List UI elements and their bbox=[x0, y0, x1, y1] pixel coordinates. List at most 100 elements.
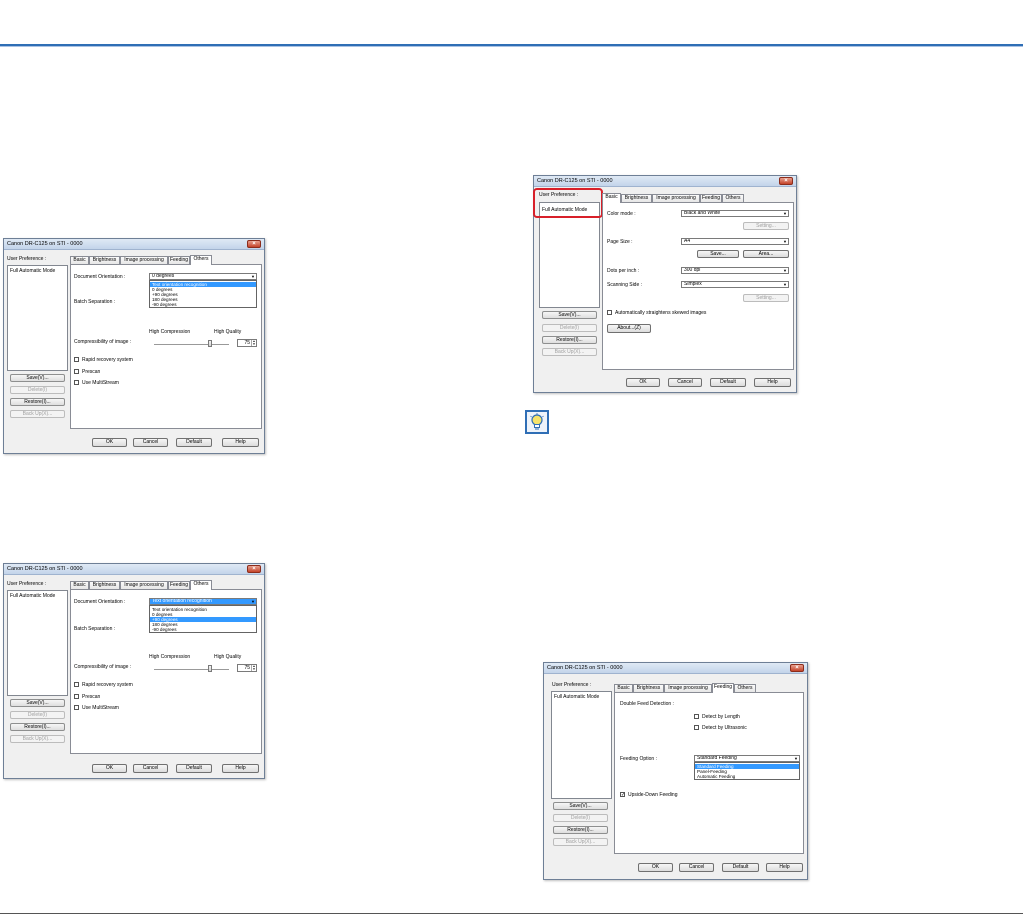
help-button[interactable]: Help bbox=[766, 863, 803, 872]
user-preference-list[interactable]: Full Automatic Mode bbox=[7, 590, 68, 696]
backup-preference-button[interactable]: Back Up(X)... bbox=[553, 838, 608, 846]
orientation-option[interactable]: -90 degrees bbox=[150, 627, 256, 632]
feeding-option[interactable]: Automatic Feeding bbox=[695, 774, 799, 779]
tab-image-processing[interactable]: Image processing bbox=[120, 256, 168, 264]
document-orientation-combo[interactable]: 0 degrees ▼ bbox=[149, 273, 257, 280]
orientation-dropdown-list[interactable]: Text orientation recognition 0 degrees +… bbox=[149, 605, 257, 633]
ok-button[interactable]: OK bbox=[626, 378, 660, 387]
spin-down-icon[interactable]: ▼ bbox=[251, 668, 256, 671]
compressibility-spinner[interactable]: 75 ▲ ▼ bbox=[237, 664, 257, 672]
tab-feeding[interactable]: Feeding bbox=[712, 683, 734, 693]
delete-preference-button[interactable]: Delete(I) bbox=[553, 814, 608, 822]
tab-basic[interactable]: Basic bbox=[70, 581, 89, 589]
ok-button[interactable]: OK bbox=[92, 764, 127, 773]
feeding-option-combo[interactable]: Standard Feeding ▼ bbox=[694, 755, 800, 762]
compressibility-spinner[interactable]: 75 ▲ ▼ bbox=[237, 339, 257, 347]
tab-image-processing[interactable]: Image processing bbox=[120, 581, 168, 589]
cancel-button[interactable]: Cancel bbox=[133, 764, 168, 773]
close-icon[interactable]: × bbox=[247, 240, 261, 248]
tab-brightness[interactable]: Brightness bbox=[89, 581, 120, 589]
orientation-option[interactable]: -90 degrees bbox=[150, 302, 256, 307]
compressibility-slider-track[interactable] bbox=[154, 669, 229, 670]
rapid-recovery-checkbox[interactable] bbox=[74, 682, 79, 687]
tab-others[interactable]: Others bbox=[190, 580, 212, 590]
ok-button[interactable]: OK bbox=[92, 438, 127, 447]
save-preference-button[interactable]: Save(V)... bbox=[10, 699, 65, 707]
multistream-checkbox[interactable] bbox=[74, 380, 79, 385]
save-preference-button[interactable]: Save(V)... bbox=[553, 802, 608, 810]
restore-preference-button[interactable]: Restore(I)... bbox=[553, 826, 608, 834]
tab-brightness[interactable]: Brightness bbox=[89, 256, 120, 264]
detect-length-checkbox[interactable] bbox=[694, 714, 699, 719]
upside-down-checkbox[interactable]: ✓ bbox=[620, 792, 625, 798]
backup-preference-button[interactable]: Back Up(X)... bbox=[542, 348, 597, 356]
close-icon[interactable]: × bbox=[247, 565, 261, 573]
spin-down-icon[interactable]: ▼ bbox=[251, 343, 256, 346]
default-button[interactable]: Default bbox=[176, 764, 212, 773]
user-preference-list[interactable]: Full Automatic Mode bbox=[551, 691, 612, 799]
tab-feeding[interactable]: Feeding bbox=[168, 256, 190, 264]
feeding-dropdown-list[interactable]: Standard Feeding Panel-Feeding Automatic… bbox=[694, 762, 800, 780]
delete-preference-button[interactable]: Delete(I) bbox=[542, 324, 597, 332]
compressibility-slider-thumb[interactable] bbox=[208, 665, 213, 672]
area-button[interactable]: Area... bbox=[743, 250, 789, 258]
backup-preference-button[interactable]: Back Up(X)... bbox=[10, 735, 65, 743]
orientation-dropdown-list[interactable]: Text orientation recognition 0 degrees +… bbox=[149, 280, 257, 308]
tab-others[interactable]: Others bbox=[722, 194, 744, 202]
restore-preference-button[interactable]: Restore(I)... bbox=[542, 336, 597, 344]
help-button[interactable]: Help bbox=[222, 438, 259, 447]
prescan-checkbox[interactable] bbox=[74, 369, 79, 374]
tab-others[interactable]: Others bbox=[734, 684, 756, 692]
tab-image-processing[interactable]: Image processing bbox=[664, 684, 712, 692]
compressibility-slider-track[interactable] bbox=[154, 344, 229, 345]
scanning-setting-button[interactable]: Setting... bbox=[743, 294, 789, 302]
default-button[interactable]: Default bbox=[722, 863, 759, 872]
compressibility-slider-thumb[interactable] bbox=[208, 340, 213, 347]
preference-item-full-auto[interactable]: Full Automatic Mode bbox=[10, 268, 55, 274]
save-preference-button[interactable]: Save(V)... bbox=[10, 374, 65, 382]
color-mode-combo[interactable]: Black and White ▼ bbox=[681, 210, 789, 217]
backup-preference-button[interactable]: Back Up(X)... bbox=[10, 410, 65, 418]
ok-button[interactable]: OK bbox=[638, 863, 673, 872]
restore-preference-button[interactable]: Restore(I)... bbox=[10, 723, 65, 731]
tab-others[interactable]: Others bbox=[190, 255, 212, 265]
scanning-side-combo[interactable]: Simplex ▼ bbox=[681, 281, 789, 288]
page-size-combo[interactable]: A4 ▼ bbox=[681, 238, 789, 245]
document-orientation-combo[interactable]: Text orientation recognition ▼ bbox=[149, 598, 257, 605]
prescan-checkbox[interactable] bbox=[74, 694, 79, 699]
dialog-titlebar: Canon DR-C125 on STI - 0000 × bbox=[4, 239, 264, 250]
preference-item-full-auto[interactable]: Full Automatic Mode bbox=[554, 694, 599, 700]
page-size-save-button[interactable]: Save... bbox=[697, 250, 739, 258]
rapid-recovery-checkbox[interactable] bbox=[74, 357, 79, 362]
help-button[interactable]: Help bbox=[222, 764, 259, 773]
detect-ultrasonic-checkbox[interactable] bbox=[694, 725, 699, 730]
multistream-checkbox[interactable] bbox=[74, 705, 79, 710]
help-button[interactable]: Help bbox=[754, 378, 791, 387]
tab-image-processing[interactable]: Image processing bbox=[652, 194, 700, 202]
cancel-button[interactable]: Cancel bbox=[679, 863, 714, 872]
default-button[interactable]: Default bbox=[710, 378, 746, 387]
restore-preference-button[interactable]: Restore(I)... bbox=[10, 398, 65, 406]
about-button[interactable]: About...(Z) bbox=[607, 324, 651, 333]
dpi-combo[interactable]: 300 dpi ▼ bbox=[681, 267, 789, 274]
cancel-button[interactable]: Cancel bbox=[668, 378, 702, 387]
tab-brightness[interactable]: Brightness bbox=[633, 684, 664, 692]
preference-item-full-auto[interactable]: Full Automatic Mode bbox=[10, 593, 55, 599]
tab-feeding[interactable]: Feeding bbox=[168, 581, 190, 589]
tab-basic[interactable]: Basic bbox=[602, 193, 621, 203]
save-preference-button[interactable]: Save(V)... bbox=[542, 311, 597, 319]
tab-brightness[interactable]: Brightness bbox=[621, 194, 652, 202]
tab-basic[interactable]: Basic bbox=[70, 256, 89, 264]
color-setting-button[interactable]: Setting... bbox=[743, 222, 789, 230]
combo-value: Simplex bbox=[684, 281, 702, 287]
delete-preference-button[interactable]: Delete(I) bbox=[10, 711, 65, 719]
tab-feeding[interactable]: Feeding bbox=[700, 194, 722, 202]
user-preference-list[interactable]: Full Automatic Mode bbox=[7, 265, 68, 371]
close-icon[interactable]: × bbox=[790, 664, 804, 672]
default-button[interactable]: Default bbox=[176, 438, 212, 447]
tab-basic[interactable]: Basic bbox=[614, 684, 633, 692]
cancel-button[interactable]: Cancel bbox=[133, 438, 168, 447]
delete-preference-button[interactable]: Delete(I) bbox=[10, 386, 65, 394]
close-icon[interactable]: × bbox=[779, 177, 793, 185]
straighten-checkbox[interactable] bbox=[607, 310, 612, 315]
